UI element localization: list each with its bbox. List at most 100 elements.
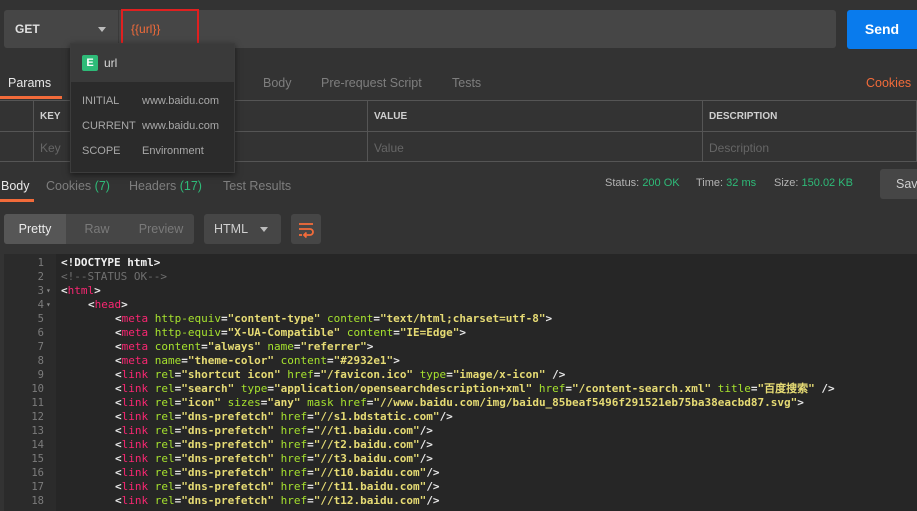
tab-test-results[interactable]: Test Results	[223, 179, 291, 193]
variable-autocomplete-popup: E url INITIAL www.baidu.com CURRENT www.…	[70, 43, 235, 173]
size-value: 150.02 KB	[801, 177, 853, 189]
line-number: 9	[37, 369, 44, 381]
code-text: <meta http-equiv="X-UA-Compatible" conte…	[115, 326, 467, 339]
method-label: GET	[15, 22, 40, 36]
line-number: 5	[37, 313, 44, 325]
code-text: <link rel="dns-prefetch" href="//t10.bai…	[115, 466, 440, 479]
code-line: 11 <link rel="icon" sizes="any" mask href…	[4, 396, 917, 410]
line-number: 8	[37, 355, 44, 367]
raw-button[interactable]: Raw	[66, 214, 128, 244]
description-input[interactable]: Description	[703, 132, 917, 162]
code-text: <meta http-equiv="content-type" content=…	[115, 312, 553, 325]
code-line: 15 <link rel="dns-prefetch" href="//t3.ba…	[4, 452, 917, 466]
cookies-count: (7)	[94, 179, 110, 193]
variable-suggestion[interactable]: E url	[71, 44, 234, 82]
code-text: <link rel="search" type="application/ope…	[115, 382, 835, 395]
line-number: 7	[37, 341, 44, 353]
code-line: 1 <!DOCTYPE html>	[4, 256, 917, 270]
line-number: 11	[31, 397, 44, 409]
wrap-lines-button[interactable]	[291, 214, 321, 244]
view-mode-toggle: Pretty Raw Preview	[4, 214, 194, 244]
cookies-link[interactable]: Cookies	[866, 76, 911, 90]
code-text: <link rel="shortcut icon" href="/favicon…	[115, 368, 566, 381]
code-text: <head>	[88, 298, 128, 311]
code-text: <link rel="dns-prefetch" href="//t2.baid…	[115, 438, 433, 451]
line-number: 16	[31, 467, 44, 479]
code-text: <link rel="dns-prefetch" href="//t3.baid…	[115, 452, 433, 465]
code-text: <link rel="dns-prefetch" href="//t11.bai…	[115, 480, 440, 493]
value-input[interactable]: Value	[368, 132, 703, 162]
code-text: <link rel="dns-prefetch" href="//s1.bdst…	[115, 410, 453, 423]
code-line: 10 <link rel="search" type="application/o…	[4, 382, 917, 396]
send-button[interactable]: Send	[847, 10, 917, 49]
line-number: 15	[31, 453, 44, 465]
pretty-button[interactable]: Pretty	[4, 214, 66, 244]
tab-params[interactable]: Params	[8, 76, 51, 90]
format-select[interactable]: HTML	[204, 214, 281, 244]
line-number: 2	[37, 271, 44, 283]
code-text: <link rel="dns-prefetch" href="//t12.bai…	[115, 494, 440, 507]
code-line: 5 <meta http-equiv="content-type" content…	[4, 312, 917, 326]
code-line: 16 <link rel="dns-prefetch" href="//t10.b…	[4, 466, 917, 480]
preview-button[interactable]: Preview	[128, 214, 194, 244]
code-text: <!--STATUS OK-->	[61, 270, 167, 283]
line-number: 13	[31, 425, 44, 437]
line-number: 6	[37, 327, 44, 339]
tab-response-body[interactable]: Body	[1, 179, 30, 193]
table-handle-cell	[0, 101, 34, 132]
description-header: DESCRIPTION	[703, 101, 917, 132]
size-label: Size:	[774, 177, 799, 189]
time-value: 32 ms	[726, 177, 757, 189]
code-text: <html>	[61, 284, 101, 297]
current-label: CURRENT	[82, 120, 136, 132]
fold-arrow-icon[interactable]: ▾	[46, 284, 51, 298]
line-number: 14	[31, 439, 44, 451]
fold-arrow-icon[interactable]: ▾	[46, 298, 51, 312]
time-label: Time:	[696, 177, 724, 189]
code-line: 7 <meta content="always" name="referrer">	[4, 340, 917, 354]
code-line: 9 <link rel="shortcut icon" href="/favico…	[4, 368, 917, 382]
current-value: www.baidu.com	[142, 120, 220, 132]
tab-tests[interactable]: Tests	[452, 76, 481, 90]
tab-pre-request-script[interactable]: Pre-request Script	[321, 76, 422, 90]
line-number: 4	[37, 299, 44, 311]
status-indicator: Status: 200 OK	[605, 177, 680, 189]
code-line: 3 ▾ <html>	[4, 284, 917, 298]
save-response-button[interactable]: Save	[880, 169, 917, 199]
format-label: HTML	[214, 222, 249, 236]
cookies-tab-label: Cookies	[46, 179, 92, 193]
code-line: 13 <link rel="dns-prefetch" href="//t1.ba…	[4, 424, 917, 438]
time-indicator: Time: 32 ms	[696, 177, 756, 189]
response-tab-underline	[0, 199, 34, 202]
tab-response-headers[interactable]: Headers (17)	[129, 179, 202, 193]
code-line: 17 <link rel="dns-prefetch" href="//t11.b…	[4, 480, 917, 494]
initial-value: www.baidu.com	[142, 95, 220, 107]
initial-label: INITIAL	[82, 95, 120, 107]
params-tab-underline	[0, 96, 62, 99]
response-code-editor[interactable]: 1 <!DOCTYPE html> 2 <!--STATUS OK--> 3 ▾ <html…	[4, 254, 917, 511]
environment-badge-icon: E	[82, 55, 98, 71]
variable-name: url	[104, 56, 118, 70]
code-line: 8 <meta name="theme-color" content="#2932…	[4, 354, 917, 368]
value-header: VALUE	[368, 101, 703, 132]
code-text: <meta name="theme-color" content="#2932e…	[115, 354, 400, 367]
scope-value: Environment	[142, 145, 204, 157]
code-line: 18 <link rel="dns-prefetch" href="//t12.b…	[4, 494, 917, 508]
line-number: 1	[37, 257, 44, 269]
code-text: <link rel="icon" sizes="any" mask href="…	[115, 396, 804, 409]
code-text: <!DOCTYPE html>	[61, 256, 161, 269]
headers-count: (17)	[179, 179, 202, 193]
headers-tab-label: Headers	[129, 179, 177, 193]
wrap-lines-icon	[299, 223, 314, 239]
tab-body[interactable]: Body	[263, 76, 292, 90]
line-number: 3	[37, 285, 44, 297]
code-line: 6 <meta http-equiv="X-UA-Compatible" cont…	[4, 326, 917, 340]
line-number: 12	[31, 411, 44, 423]
chevron-down-icon	[98, 27, 106, 32]
code-line: 2 <!--STATUS OK-->	[4, 270, 917, 284]
code-text: <meta content="always" name="referrer">	[115, 340, 374, 353]
line-number: 10	[31, 383, 44, 395]
size-indicator: Size: 150.02 KB	[774, 177, 853, 189]
tab-response-cookies[interactable]: Cookies (7)	[46, 179, 110, 193]
line-number: 17	[31, 481, 44, 493]
